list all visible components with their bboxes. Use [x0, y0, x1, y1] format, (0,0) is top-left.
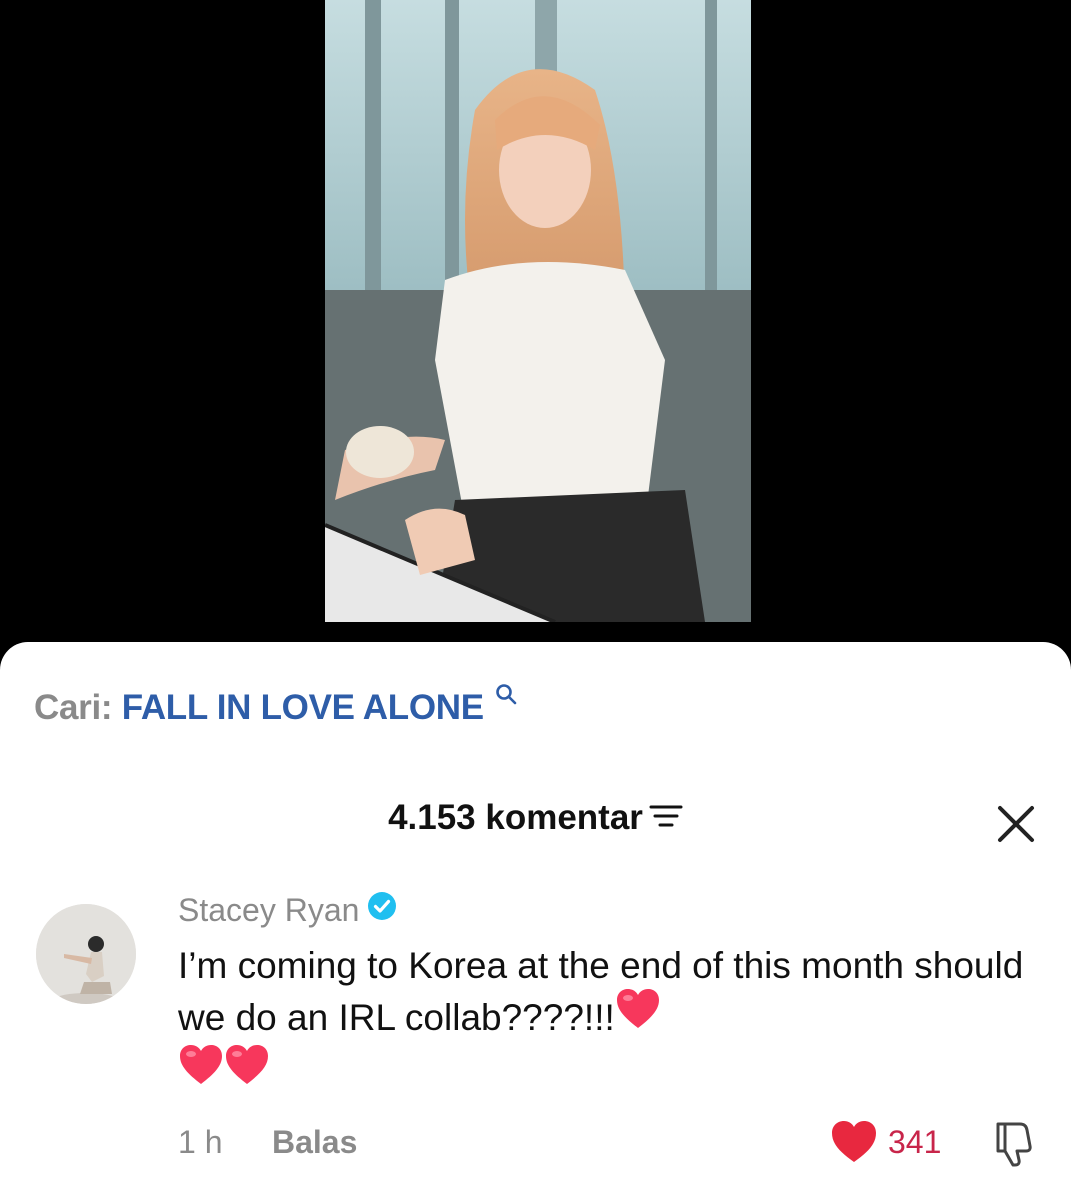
heart-like-icon[interactable]: [830, 1120, 878, 1164]
heart-emoji-icon: [178, 1044, 224, 1100]
comment-timestamp: 1 h: [178, 1124, 223, 1160]
video-player[interactable]: [0, 0, 1071, 660]
comments-count-label: 4.153 komentar: [388, 798, 643, 837]
verified-badge-icon: [367, 891, 397, 929]
search-query-link[interactable]: FALL IN LOVE ALONE: [122, 688, 484, 727]
like-count: 341: [888, 1124, 942, 1160]
thumbs-down-icon[interactable]: [990, 1118, 1038, 1168]
username-text[interactable]: Stacey Ryan: [178, 892, 359, 928]
comments-count-header: 4.153 komentar: [0, 798, 1071, 840]
comment-text: I’m coming to Korea at the end of this m…: [178, 940, 1038, 1104]
reply-button[interactable]: Balas: [272, 1124, 357, 1161]
video-thumbnail[interactable]: [325, 0, 751, 622]
close-icon[interactable]: [996, 804, 1036, 844]
heart-emoji-icon: [615, 988, 661, 1044]
search-suggestion[interactable]: Cari: FALL IN LOVE ALONE: [34, 684, 517, 728]
comment-username[interactable]: Stacey Ryan: [178, 891, 397, 932]
avatar[interactable]: [36, 904, 136, 1004]
sort-filter-icon[interactable]: [649, 798, 683, 838]
heart-emoji-icon: [224, 1044, 270, 1100]
search-prefix: Cari:: [34, 688, 113, 727]
comment-item: Stacey Ryan I’m coming to Korea at the e…: [0, 891, 1071, 1192]
comments-sheet: Cari: FALL IN LOVE ALONE 4.153 komentar: [0, 642, 1071, 1192]
search-icon: [495, 674, 517, 714]
comment-body: I’m coming to Korea at the end of this m…: [178, 945, 1024, 1038]
